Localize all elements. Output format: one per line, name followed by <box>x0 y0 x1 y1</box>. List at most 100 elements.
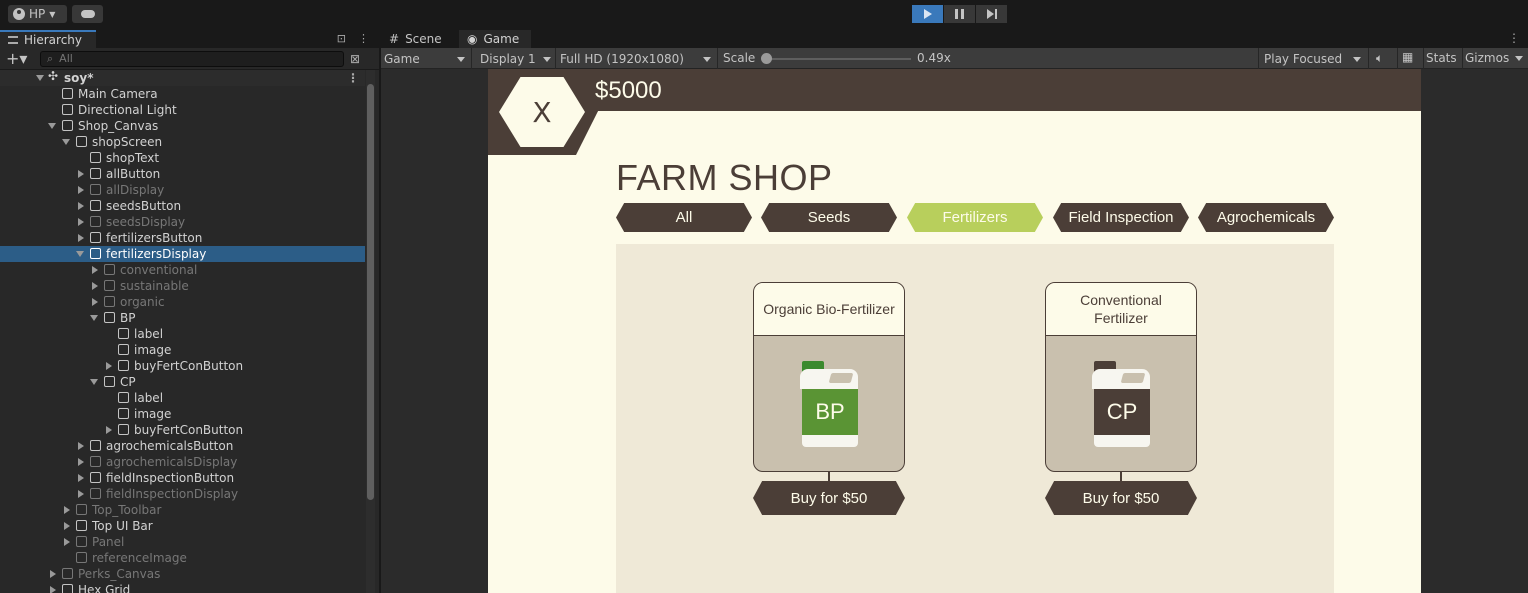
tab-game[interactable]: ◉ Game <box>459 30 531 48</box>
product-code: BP <box>802 389 858 435</box>
tree-row[interactable]: seedsButton <box>0 198 365 214</box>
tree-row[interactable]: shopScreen <box>0 134 365 150</box>
shop-screen: X $5000 FARM SHOP All Seeds Fertilizers … <box>488 69 1421 593</box>
gameobject-icon <box>104 264 115 275</box>
tree-row[interactable]: Top_Toolbar <box>0 502 365 518</box>
keyboard-icon[interactable]: ▦ <box>1402 50 1413 64</box>
cloud-button[interactable] <box>72 5 103 23</box>
tree-row[interactable]: CP <box>0 374 365 390</box>
gameobject-icon <box>76 536 87 547</box>
scrollbar-thumb[interactable] <box>367 84 374 500</box>
pause-button[interactable] <box>944 5 975 23</box>
display-dropdown[interactable]: Display 1 <box>477 50 555 67</box>
game-toolbar: Game Display 1 Full HD (1920x1080) Scale… <box>381 48 1528 69</box>
stats-button[interactable]: Stats <box>1426 51 1457 65</box>
tree-row[interactable]: agrochemicalsDisplay <box>0 454 365 470</box>
audio-icon[interactable]: 🔈︎ <box>1376 51 1383 66</box>
gameobject-icon <box>118 344 129 355</box>
chevron-down-icon <box>703 57 711 62</box>
more-icon[interactable]: ⋮ <box>358 32 369 45</box>
tree-row[interactable]: Shop_Canvas <box>0 118 365 134</box>
tree-row[interactable]: buyFertConButton <box>0 422 365 438</box>
tab-scene[interactable]: # Scene <box>381 30 459 48</box>
tree-row-scene[interactable]: ✣ soy* ⋮ <box>0 70 365 86</box>
gameobject-icon <box>90 184 101 195</box>
tab-field-inspection[interactable]: Field Inspection <box>1053 203 1189 232</box>
gameobject-icon <box>118 424 129 435</box>
product-name: Organic Bio-Fertilizer <box>754 283 904 336</box>
tree-row[interactable]: label <box>0 326 365 342</box>
gizmos-button[interactable]: Gizmos <box>1465 51 1509 65</box>
tree-row[interactable]: conventional <box>0 262 365 278</box>
cloud-icon <box>80 10 95 18</box>
tree-row[interactable]: fieldInspectionButton <box>0 470 365 486</box>
tree-row[interactable]: Hex Grid <box>0 582 365 593</box>
tree-row[interactable]: label <box>0 390 365 406</box>
buy-button-bp[interactable]: Buy for $50 <box>753 481 905 515</box>
gameobject-icon <box>76 504 87 515</box>
tree-row[interactable]: image <box>0 342 365 358</box>
view-mode-dropdown[interactable]: Game <box>381 50 469 67</box>
search-icon: ⌕ <box>47 51 54 65</box>
tree-row[interactable]: Directional Light <box>0 102 365 118</box>
gameobject-icon <box>104 312 115 323</box>
tree-row[interactable]: sustainable <box>0 278 365 294</box>
chevron-down-icon <box>457 57 465 62</box>
gameobject-icon <box>62 568 73 579</box>
game-viewport: X $5000 FARM SHOP All Seeds Fertilizers … <box>381 69 1528 593</box>
step-button[interactable] <box>976 5 1007 23</box>
tree-row[interactable]: fieldInspectionDisplay <box>0 486 365 502</box>
more-icon[interactable]: ⋮ <box>1508 31 1520 45</box>
gameobject-icon <box>90 472 101 483</box>
hierarchy-search-input[interactable]: ⌕ All <box>40 50 344 67</box>
resolution-dropdown[interactable]: Full HD (1920x1080) <box>557 50 715 67</box>
chevron-down-icon[interactable] <box>1515 56 1523 61</box>
more-icon[interactable]: ⋮ <box>347 71 359 85</box>
scale-slider-handle[interactable] <box>761 53 772 64</box>
tab-fertilizers[interactable]: Fertilizers <box>907 203 1043 232</box>
tree-row[interactable]: image <box>0 406 365 422</box>
tree-row[interactable]: allDisplay <box>0 182 365 198</box>
chevron-down-icon <box>543 57 551 62</box>
gameobject-icon <box>76 520 87 531</box>
tab-seeds[interactable]: Seeds <box>761 203 897 232</box>
tab-hierarchy[interactable]: Hierarchy <box>0 30 96 48</box>
buy-button-cp[interactable]: Buy for $50 <box>1045 481 1197 515</box>
scale-label: Scale <box>723 51 756 65</box>
tree-row[interactable]: Main Camera <box>0 86 365 102</box>
tree-row[interactable]: Panel <box>0 534 365 550</box>
gameobject-icon <box>90 200 101 211</box>
account-dropdown[interactable]: HP ▼ <box>8 5 67 23</box>
tree-row[interactable]: seedsDisplay <box>0 214 365 230</box>
tree-row[interactable]: organic <box>0 294 365 310</box>
play-controls <box>912 5 1007 23</box>
lock-icon[interactable]: ⊡ <box>337 32 346 45</box>
tree-row[interactable]: buyFertConButton <box>0 358 365 374</box>
tree-row[interactable]: referenceImage <box>0 550 365 566</box>
tree-row[interactable]: allButton <box>0 166 365 182</box>
fertilizer-jug-icon: BP <box>800 361 860 449</box>
tree-row[interactable]: Perks_Canvas <box>0 566 365 582</box>
tree-row[interactable]: Top UI Bar <box>0 518 365 534</box>
tab-agrochemicals[interactable]: Agrochemicals <box>1198 203 1334 232</box>
resolution-label: Full HD (1920x1080) <box>560 51 684 66</box>
search-options-icon[interactable]: ⊠ <box>350 52 360 66</box>
tree-row[interactable]: shopText <box>0 150 365 166</box>
add-object-button[interactable]: +▾ <box>6 49 34 68</box>
tree-row-selected[interactable]: fertilizersDisplay <box>0 246 365 262</box>
hierarchy-scrollbar[interactable] <box>366 70 375 593</box>
list-icon <box>8 36 18 44</box>
scale-slider[interactable] <box>765 58 911 60</box>
product-name: Conventional Fertilizer <box>1046 283 1196 336</box>
play-button[interactable] <box>912 5 943 23</box>
tree-row[interactable]: fertilizersButton <box>0 230 365 246</box>
tree-row[interactable]: agrochemicalsButton <box>0 438 365 454</box>
tree-row[interactable]: BP <box>0 310 365 326</box>
gameobject-icon <box>90 168 101 179</box>
gameobject-icon <box>104 376 115 387</box>
play-mode-dropdown[interactable]: Play Focused <box>1261 50 1365 67</box>
main-toolbar: HP ▼ <box>0 0 1528 28</box>
tab-all[interactable]: All <box>616 203 752 232</box>
gameobject-icon <box>90 232 101 243</box>
scene-icon: ✣ <box>48 70 59 83</box>
